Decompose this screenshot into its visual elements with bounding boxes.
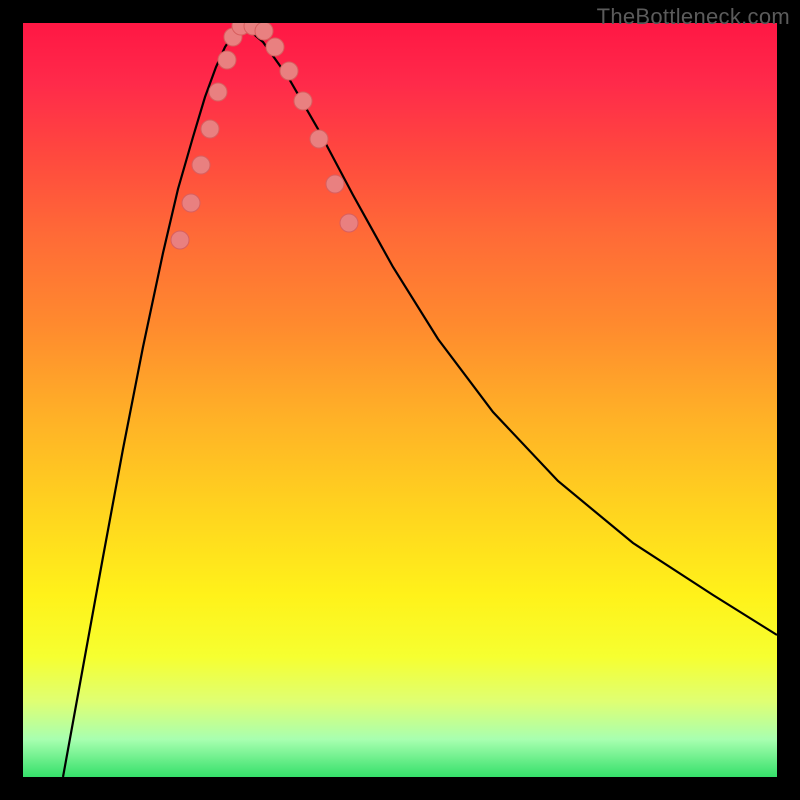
curve-group	[63, 25, 777, 777]
data-marker	[182, 194, 200, 212]
data-marker	[201, 120, 219, 138]
plot-area	[23, 23, 777, 777]
marker-group	[171, 23, 358, 249]
plot-svg	[23, 23, 777, 777]
data-marker	[171, 231, 189, 249]
data-marker	[280, 62, 298, 80]
data-marker	[192, 156, 210, 174]
bottleneck-curve	[63, 25, 777, 777]
data-marker	[326, 175, 344, 193]
data-marker	[340, 214, 358, 232]
watermark-text: TheBottleneck.com	[597, 4, 790, 30]
data-marker	[255, 23, 273, 40]
data-marker	[218, 51, 236, 69]
data-marker	[294, 92, 312, 110]
data-marker	[209, 83, 227, 101]
data-marker	[266, 38, 284, 56]
data-marker	[310, 130, 328, 148]
